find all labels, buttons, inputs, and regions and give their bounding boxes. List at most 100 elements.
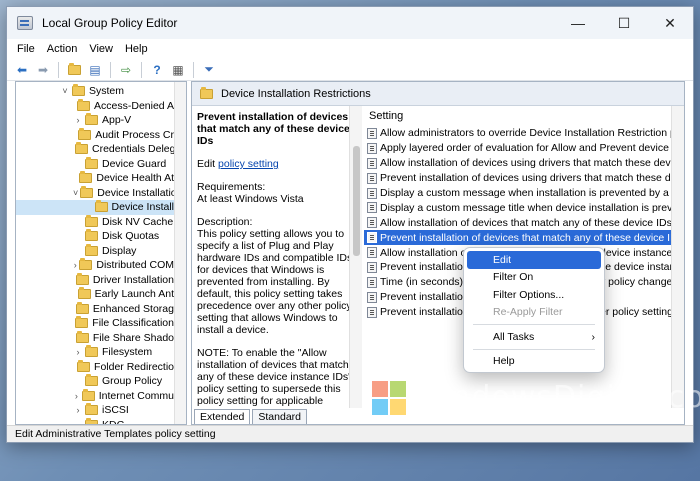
- policy-setting-link[interactable]: policy setting: [218, 158, 279, 170]
- menu-view[interactable]: View: [83, 43, 119, 55]
- tree-item[interactable]: › App-V: [16, 113, 174, 128]
- minimize-button[interactable]: —: [555, 7, 601, 39]
- tree-item[interactable]: Device Health At: [16, 171, 174, 186]
- tree-item[interactable]: › iSCSI: [16, 403, 174, 418]
- folder-icon: [85, 113, 98, 126]
- filter-icon[interactable]: ⏷: [200, 61, 218, 79]
- tree-item[interactable]: › Internet Commu: [16, 388, 174, 404]
- list-scrollbar[interactable]: [671, 106, 684, 408]
- menu-file[interactable]: File: [11, 43, 41, 55]
- folder-icon: [85, 403, 98, 416]
- tree-item[interactable]: ˅ System: [16, 84, 174, 99]
- tree-item[interactable]: Folder Redirectio: [16, 359, 174, 375]
- folder-icon: [85, 243, 98, 256]
- policy-setting-icon: [367, 142, 377, 154]
- setting-row[interactable]: Apply layered order of evaluation for Al…: [364, 141, 684, 156]
- forward-arrow-icon[interactable]: ➡: [34, 61, 52, 79]
- expander-icon[interactable]: ›: [73, 391, 80, 401]
- tree-item[interactable]: KDC: [16, 417, 174, 424]
- expander-icon[interactable]: ›: [73, 260, 77, 270]
- policy-title: Prevent installation of devices that mat…: [197, 111, 350, 147]
- tree-item-label: File Classification: [92, 317, 174, 330]
- tab-extended[interactable]: Extended: [194, 409, 251, 424]
- setting-row[interactable]: Allow administrators to override Device …: [364, 126, 684, 141]
- tree-item[interactable]: Device Guard: [16, 156, 174, 172]
- tree-item[interactable]: Access-Denied A: [16, 98, 174, 114]
- tree-item[interactable]: › Distributed COM: [16, 258, 174, 273]
- up-folder-icon[interactable]: [65, 61, 83, 79]
- tree-item[interactable]: Disk Quotas: [16, 229, 174, 244]
- tree-item[interactable]: File Share Shado: [16, 330, 174, 346]
- context-menu-all-tasks[interactable]: All Tasks ›: [467, 328, 601, 346]
- context-menu-help[interactable]: Help: [467, 353, 601, 371]
- tree-item[interactable]: File Classification: [16, 316, 174, 331]
- tree-item[interactable]: Device Install: [16, 200, 174, 215]
- tree-item[interactable]: ˅ Device Installatio: [16, 185, 177, 201]
- maximize-button[interactable]: ☐: [601, 7, 647, 39]
- properties-icon[interactable]: ▦: [169, 61, 187, 79]
- tree-item-label: Enhanced Storag: [92, 302, 174, 315]
- toolbar-separator: [141, 61, 142, 78]
- tree-item-label: Internet Commu: [98, 389, 174, 402]
- setting-label: Prevent installation: [380, 261, 469, 274]
- setting-label: Display a custom message when installati…: [380, 187, 684, 199]
- tree-item[interactable]: Driver Installation: [16, 272, 174, 288]
- tree-item-label: iSCSI: [102, 404, 129, 417]
- expander-icon[interactable]: ›: [73, 115, 83, 125]
- show-hide-tree-icon[interactable]: ▤: [86, 61, 104, 79]
- back-arrow-icon[interactable]: ⬅: [13, 61, 31, 79]
- tree-scrollbar[interactable]: [174, 82, 186, 424]
- menu-action[interactable]: Action: [41, 43, 84, 55]
- expander-icon[interactable]: ˅: [73, 188, 78, 198]
- tree-item-label: Device Installatio: [97, 186, 177, 199]
- menu-separator: [473, 348, 595, 350]
- tree-item[interactable]: Group Policy: [16, 374, 174, 389]
- setting-row[interactable]: Display a custom message when installati…: [364, 186, 684, 201]
- folder-icon: [200, 86, 213, 99]
- setting-row[interactable]: Prevent installation of devices using dr…: [364, 171, 684, 186]
- policy-setting-icon: [367, 187, 377, 199]
- setting-row[interactable]: Allow installation of devices using driv…: [364, 156, 684, 171]
- tree-item[interactable]: Enhanced Storag: [16, 301, 174, 317]
- setting-label: Display a custom message title when devi…: [380, 201, 684, 214]
- folder-icon: [79, 171, 93, 184]
- description-text: This policy setting allows you to specif…: [197, 228, 353, 336]
- setting-label: Apply layered order of evaluation for Al…: [380, 142, 684, 155]
- tree-item[interactable]: Audit Process Cr: [16, 127, 174, 143]
- setting-label: Prevent installation: [380, 291, 469, 304]
- toolbar-separator: [58, 61, 59, 78]
- description-pane: Prevent installation of devices that mat…: [192, 106, 362, 408]
- expander-icon[interactable]: ›: [73, 347, 83, 357]
- requirements-label: Requirements:: [197, 181, 266, 193]
- menu-help[interactable]: Help: [119, 43, 154, 55]
- export-list-icon[interactable]: ⇨: [117, 61, 135, 79]
- setting-column-header[interactable]: Setting: [364, 106, 684, 126]
- tree-item[interactable]: Early Launch Ant: [16, 287, 174, 302]
- tree-item[interactable]: Display: [16, 243, 174, 259]
- context-menu-filter-on[interactable]: Filter On: [467, 269, 601, 287]
- tree-item[interactable]: Credentials Deleg: [16, 142, 175, 157]
- setting-row[interactable]: Allow installation of devices that match…: [364, 215, 684, 230]
- tree-item-label: Distributed COM: [96, 259, 174, 272]
- menu-item-label: Help: [493, 355, 515, 368]
- context-menu-edit[interactable]: Edit: [467, 251, 601, 269]
- setting-row[interactable]: Prevent installation of devices that mat…: [364, 230, 684, 246]
- description-scrollbar[interactable]: [349, 106, 362, 408]
- extended-view-panel: Device Installation Restrictions Prevent…: [191, 81, 685, 425]
- group-policy-editor-window: Local Group Policy Editor — ☐ ✕ File Act…: [6, 6, 694, 443]
- folder-icon: [77, 359, 91, 372]
- expander-icon[interactable]: ›: [73, 405, 83, 415]
- tree-item[interactable]: › Filesystem: [16, 345, 174, 360]
- close-button[interactable]: ✕: [647, 7, 693, 39]
- tree-item-label: App-V: [102, 114, 132, 127]
- policy-setting-icon: [367, 217, 377, 229]
- scroll-thumb[interactable]: [353, 146, 360, 256]
- tree-item-label: Early Launch Ant: [94, 288, 174, 301]
- expander-icon[interactable]: ˅: [60, 86, 70, 96]
- tree-item[interactable]: Disk NV Cache: [16, 214, 174, 230]
- context-menu-filter-options[interactable]: Filter Options...: [467, 286, 601, 304]
- help-icon[interactable]: ?: [148, 61, 166, 79]
- setting-row[interactable]: Display a custom message title when devi…: [364, 200, 684, 215]
- tab-standard[interactable]: Standard: [252, 409, 307, 424]
- watermark-text: WindowsDigital.com: [412, 380, 700, 415]
